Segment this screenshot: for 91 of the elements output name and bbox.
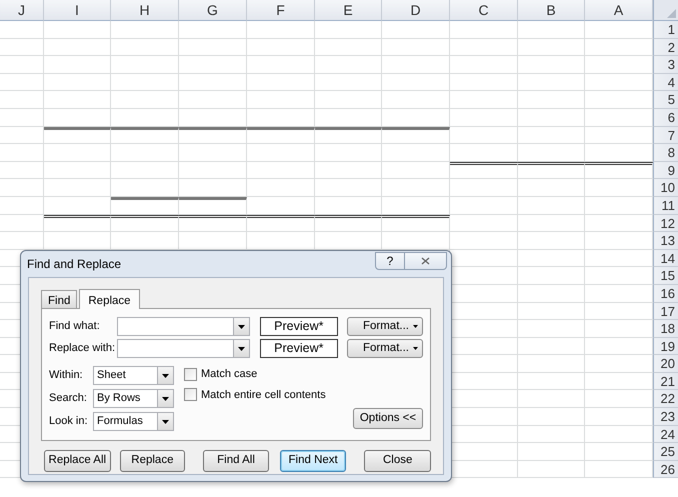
sheet-cell[interactable] xyxy=(111,126,179,144)
column-header[interactable]: C xyxy=(450,0,518,21)
column-header[interactable]: J xyxy=(0,0,44,21)
sheet-cell[interactable] xyxy=(44,126,111,144)
sheet-cell[interactable] xyxy=(179,126,247,144)
row-header[interactable]: 10 xyxy=(653,179,678,197)
format-button[interactable]: Format... xyxy=(346,339,423,358)
checkbox-label: Match case xyxy=(201,367,258,382)
sheet-cell[interactable] xyxy=(179,196,247,215)
sheet-cell[interactable] xyxy=(315,214,382,232)
checkbox[interactable] xyxy=(184,368,197,381)
row-header[interactable]: 8 xyxy=(653,144,678,162)
column-header[interactable]: A xyxy=(585,0,653,21)
close-icon xyxy=(421,256,430,264)
dropdown-arrow-icon xyxy=(238,324,245,328)
sheet-cell[interactable] xyxy=(179,214,247,232)
row-header[interactable]: 6 xyxy=(653,108,678,127)
sheet-cell[interactable] xyxy=(44,214,111,232)
row-header[interactable]: 1 xyxy=(653,21,678,39)
select-all-button[interactable] xyxy=(653,0,678,21)
text-combo-field[interactable] xyxy=(117,339,250,358)
row-header[interactable]: 14 xyxy=(653,250,678,268)
dialog-button[interactable]: Replace xyxy=(120,450,186,472)
row-header[interactable]: 2 xyxy=(653,38,678,56)
row-header[interactable]: 7 xyxy=(653,126,678,144)
dropdown-field[interactable]: Sheet xyxy=(93,366,174,385)
row-header[interactable]: 26 xyxy=(653,460,678,478)
field-label: Within: xyxy=(49,368,84,384)
row-header[interactable]: 3 xyxy=(653,56,678,74)
field-label: Look in: xyxy=(49,414,89,430)
column-header[interactable]: B xyxy=(518,0,585,21)
checkbox-label: Match entire cell contents xyxy=(201,388,326,402)
dropdown-field[interactable]: Formulas xyxy=(93,412,174,431)
dialog-button[interactable]: Find Next xyxy=(280,450,346,472)
row-header[interactable]: 20 xyxy=(653,355,678,373)
row-header[interactable]: 17 xyxy=(653,302,678,320)
close-button[interactable] xyxy=(405,252,447,270)
column-header[interactable]: G xyxy=(179,0,247,21)
column-header[interactable]: D xyxy=(382,0,450,21)
field-label: Find what: xyxy=(49,319,101,334)
dropdown-arrow-icon xyxy=(162,396,169,400)
row-header[interactable]: 19 xyxy=(653,338,678,356)
row-header[interactable]: 5 xyxy=(653,91,678,109)
dropdown-arrow-icon xyxy=(238,346,245,350)
dropdown-arrow-icon xyxy=(162,420,169,424)
row-header[interactable]: 25 xyxy=(653,443,678,461)
format-button[interactable]: Format... xyxy=(346,317,423,336)
dialog-button[interactable]: Close xyxy=(364,450,431,472)
window-title: Find and Replace xyxy=(27,256,122,273)
format-preview: Preview* xyxy=(260,339,338,358)
sheet-cell[interactable] xyxy=(450,162,518,180)
corner-triangle-icon xyxy=(667,9,676,18)
sheet-cell[interactable] xyxy=(247,214,315,232)
column-header[interactable]: E xyxy=(315,0,382,21)
sheet-cell[interactable] xyxy=(382,214,450,232)
row-header[interactable]: 22 xyxy=(653,390,678,408)
options-button[interactable]: Options << xyxy=(353,408,423,429)
sheet-cell[interactable] xyxy=(247,126,315,144)
caret-icon xyxy=(412,325,418,328)
sheet-cell[interactable] xyxy=(315,126,382,144)
row-header[interactable]: 16 xyxy=(653,284,678,302)
sheet-cell[interactable] xyxy=(518,162,585,180)
row-header[interactable]: 9 xyxy=(653,162,678,180)
row-header[interactable]: 11 xyxy=(653,196,678,215)
column-header[interactable]: H xyxy=(111,0,179,21)
row-header[interactable]: 13 xyxy=(653,232,678,250)
dialog-button[interactable]: Find All xyxy=(203,450,269,472)
sheet-cell[interactable] xyxy=(111,214,179,232)
row-header[interactable]: 18 xyxy=(653,320,678,338)
text-combo-field[interactable] xyxy=(117,317,250,336)
tab[interactable]: Find xyxy=(41,290,78,308)
column-header[interactable]: I xyxy=(44,0,111,21)
sheet-cell[interactable] xyxy=(382,126,450,144)
caret-icon xyxy=(412,347,418,350)
field-label: Replace with: xyxy=(49,341,116,356)
row-header[interactable]: 21 xyxy=(653,372,678,390)
help-button[interactable]: ? xyxy=(375,252,405,270)
column-header[interactable]: F xyxy=(247,0,315,21)
row-header[interactable]: 12 xyxy=(653,214,678,232)
row-header[interactable]: 4 xyxy=(653,74,678,92)
dialog-button[interactable]: Replace All xyxy=(44,450,111,472)
tab[interactable]: Replace xyxy=(79,289,140,309)
sheet-cell[interactable] xyxy=(111,196,179,215)
dropdown-arrow-icon xyxy=(162,374,169,378)
field-label: Search: xyxy=(49,391,88,406)
dropdown-field[interactable]: By Rows xyxy=(93,389,174,408)
row-header[interactable]: 23 xyxy=(653,408,678,426)
row-header[interactable]: 24 xyxy=(653,426,678,444)
row-header[interactable]: 15 xyxy=(653,267,678,285)
format-preview: Preview* xyxy=(260,317,338,336)
checkbox[interactable] xyxy=(184,388,197,402)
